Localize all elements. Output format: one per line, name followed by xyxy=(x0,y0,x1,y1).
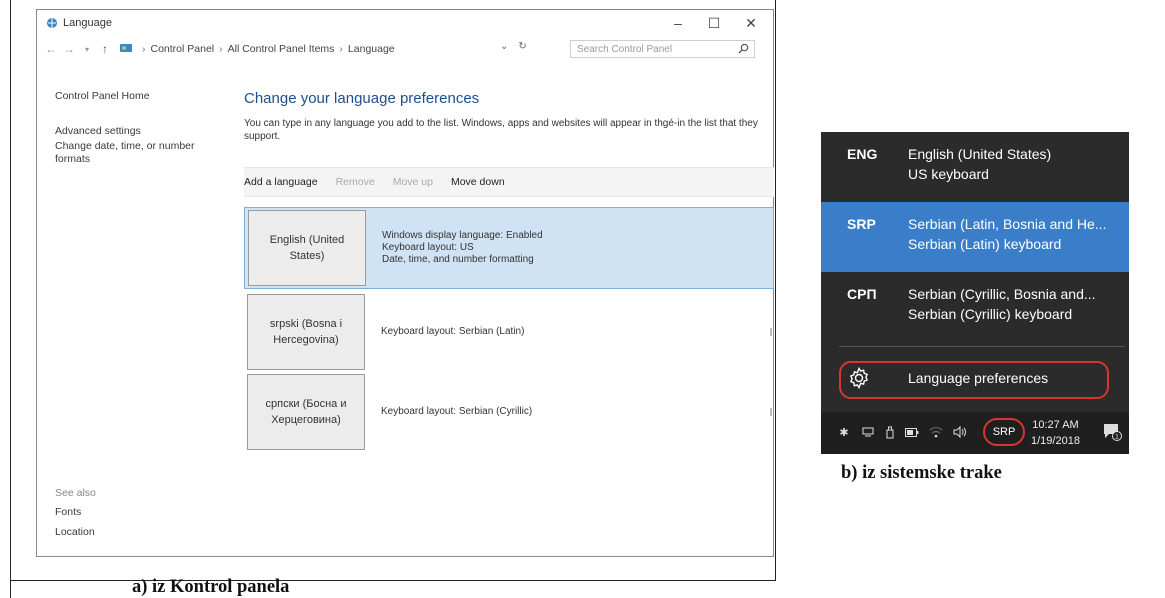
language-details-serbian-cyrillic: Keyboard layout: Serbian (Cyrillic) xyxy=(381,406,532,418)
language-details-serbian-latin: Keyboard layout: Serbian (Latin) xyxy=(381,326,524,338)
recent-dropdown-icon[interactable]: ▾ xyxy=(79,41,95,57)
keyboard-name: US keyboard xyxy=(908,166,989,182)
detail-keyboard-layout: Keyboard layout: Serbian (Cyrillic) xyxy=(381,406,533,417)
address-bar: ← → ▾ ↑ › Control Panel › All Control Pa… xyxy=(37,36,773,62)
add-language-button[interactable]: Add a language xyxy=(244,176,318,188)
page-description: You can type in any language you add to … xyxy=(244,118,758,142)
maximize-button[interactable]: ☐ xyxy=(697,10,731,36)
detail-keyboard-layout: Keyboard layout: Serbian (Latin) xyxy=(381,326,525,337)
language-code: ENG xyxy=(847,146,878,162)
search-input[interactable]: Search Control Panel xyxy=(570,40,755,58)
frame-bottom-border xyxy=(10,580,775,581)
detail-formatting: Date, time, and number formatting xyxy=(382,254,534,265)
notification-count: 1 xyxy=(1115,434,1119,441)
language-code: SRP xyxy=(847,216,876,232)
page-title: Change your language preferences xyxy=(244,90,480,107)
input-indicator-button[interactable]: SRP xyxy=(983,418,1025,446)
control-panel-icon xyxy=(119,42,133,57)
action-center-icon[interactable]: 1 xyxy=(1102,422,1122,441)
bluetooth-icon[interactable]: ✱ xyxy=(837,425,851,439)
language-name: Serbian (Cyrillic, Bosnia and... xyxy=(908,286,1096,302)
volume-icon[interactable] xyxy=(953,425,967,439)
breadcrumb[interactable]: › Control Panel › All Control Panel Item… xyxy=(119,42,459,57)
left-navigation: Control Panel Home Advanced settings Cha… xyxy=(55,90,235,176)
language-preferences-link[interactable]: Language preferences xyxy=(821,356,1129,404)
language-row-serbian-latin[interactable]: srpski (Bosna i Hercegovina) Keyboard la… xyxy=(244,291,774,373)
window-title: Language xyxy=(63,17,112,29)
language-name-english[interactable]: English (United States) xyxy=(248,210,366,286)
search-placeholder: Search Control Panel xyxy=(577,43,673,55)
language-toolbar: Add a language Remove Move up Move down xyxy=(244,167,774,197)
language-flyout: ENG English (United States) US keyboard … xyxy=(821,132,1129,412)
breadcrumb-control-panel[interactable]: Control Panel xyxy=(151,43,215,55)
language-row-serbian-cyrillic[interactable]: српски (Босна и Херцеговина) Keyboard la… xyxy=(244,371,774,453)
flyout-item-srp-cyrillic[interactable]: СРП Serbian (Cyrillic, Bosnia and... Ser… xyxy=(821,272,1129,342)
up-arrow-icon[interactable]: ↑ xyxy=(97,41,113,57)
row-scroll-tick xyxy=(770,328,772,336)
clock-time: 10:27 AM xyxy=(1032,419,1079,431)
main-content: Change your language preferences You can… xyxy=(244,90,774,450)
move-up-button: Move up xyxy=(392,176,433,188)
keyboard-name: Serbian (Cyrillic) keyboard xyxy=(908,306,1073,322)
usb-icon[interactable] xyxy=(883,425,897,439)
see-also-fonts-link[interactable]: Fonts xyxy=(55,506,81,518)
frame-divider xyxy=(775,0,776,581)
language-name-serbian-cyrillic[interactable]: српски (Босна и Херцеговина) xyxy=(247,374,365,450)
language-details-english: Windows display language: Enabled Keyboa… xyxy=(382,230,543,266)
back-arrow-icon[interactable]: ← xyxy=(43,41,59,57)
wifi-icon[interactable] xyxy=(929,425,943,439)
gear-icon xyxy=(847,366,871,390)
taskbar: ✱ SRP 10:27 AM 1/19/2018 1 xyxy=(821,412,1129,454)
row-scroll-tick xyxy=(770,408,772,416)
move-down-button[interactable]: Move down xyxy=(451,176,505,188)
refresh-icon[interactable]: ↻ xyxy=(518,41,526,52)
language-name-serbian-latin[interactable]: srpski (Bosna i Hercegovina) xyxy=(247,294,365,370)
control-panel-window: Language – ☐ ✕ ← → ▾ ↑ › Control Panel ›… xyxy=(36,9,774,557)
close-button[interactable]: ✕ xyxy=(734,10,768,36)
caption-b: b) iz sistemske trake xyxy=(841,463,1002,483)
flyout-separator xyxy=(839,346,1125,347)
network-device-icon[interactable] xyxy=(861,425,875,439)
language-name: Serbian (Latin, Bosnia and He... xyxy=(908,216,1107,232)
breadcrumb-all-items[interactable]: All Control Panel Items xyxy=(228,43,335,55)
battery-icon[interactable] xyxy=(905,425,919,439)
language-code: СРП xyxy=(847,286,877,302)
input-indicator-label: SRP xyxy=(992,426,1016,438)
remove-button: Remove xyxy=(335,176,375,188)
see-also-label: See also xyxy=(55,487,96,499)
clock-date: 1/19/2018 xyxy=(1031,435,1080,447)
forward-arrow-icon[interactable]: → xyxy=(61,41,77,57)
language-app-icon xyxy=(45,16,59,30)
breadcrumb-language[interactable]: Language xyxy=(348,43,395,55)
detail-display-language: Windows display language: Enabled xyxy=(382,230,543,241)
nav-advanced-settings[interactable]: Advanced settings xyxy=(55,125,235,138)
language-row-english[interactable]: English (United States) Windows display … xyxy=(244,207,774,289)
search-icon[interactable] xyxy=(738,43,749,57)
see-also-location-link[interactable]: Location xyxy=(55,526,95,538)
nav-change-date-time-formats[interactable]: Change date, time, or number formats xyxy=(55,140,215,166)
detail-keyboard-layout: Keyboard layout: US xyxy=(382,242,474,253)
system-clock[interactable]: 10:27 AM 1/19/2018 xyxy=(1031,417,1080,449)
caption-a: a) iz Kontrol panela xyxy=(132,577,290,597)
language-preferences-label: Language preferences xyxy=(908,370,1049,386)
minimize-button[interactable]: – xyxy=(661,10,695,36)
keyboard-name: Serbian (Latin) keyboard xyxy=(908,236,1062,252)
address-dropdown-icon[interactable]: ⌄ xyxy=(500,41,508,52)
nav-control-panel-home[interactable]: Control Panel Home xyxy=(55,90,235,103)
flyout-item-eng[interactable]: ENG English (United States) US keyboard xyxy=(821,132,1129,202)
flyout-item-srp[interactable]: SRP Serbian (Latin, Bosnia and He... Ser… xyxy=(821,202,1129,272)
language-name: English (United States) xyxy=(908,146,1052,162)
